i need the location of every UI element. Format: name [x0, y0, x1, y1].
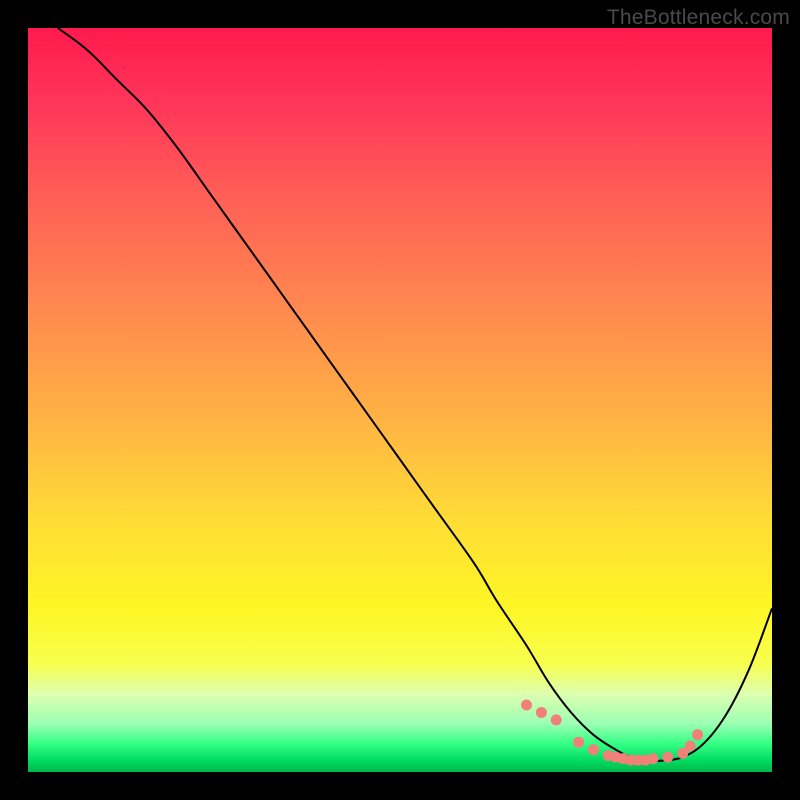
- outer-frame: TheBottleneck.com: [0, 0, 800, 800]
- bottleneck-curve: [58, 28, 772, 761]
- curve-marker: [536, 707, 547, 718]
- curve-marker: [662, 752, 673, 763]
- curve-marker: [685, 741, 696, 752]
- plot-area: [28, 28, 772, 772]
- curve-marker: [573, 737, 584, 748]
- curve-marker: [588, 744, 599, 755]
- watermark-text: TheBottleneck.com: [607, 6, 790, 30]
- curve-layer: [58, 28, 772, 761]
- curve-marker: [648, 753, 659, 764]
- chart-svg: [28, 28, 772, 772]
- marker-layer: [521, 700, 703, 766]
- curve-marker: [692, 729, 703, 740]
- curve-marker: [551, 714, 562, 725]
- curve-marker: [521, 700, 532, 711]
